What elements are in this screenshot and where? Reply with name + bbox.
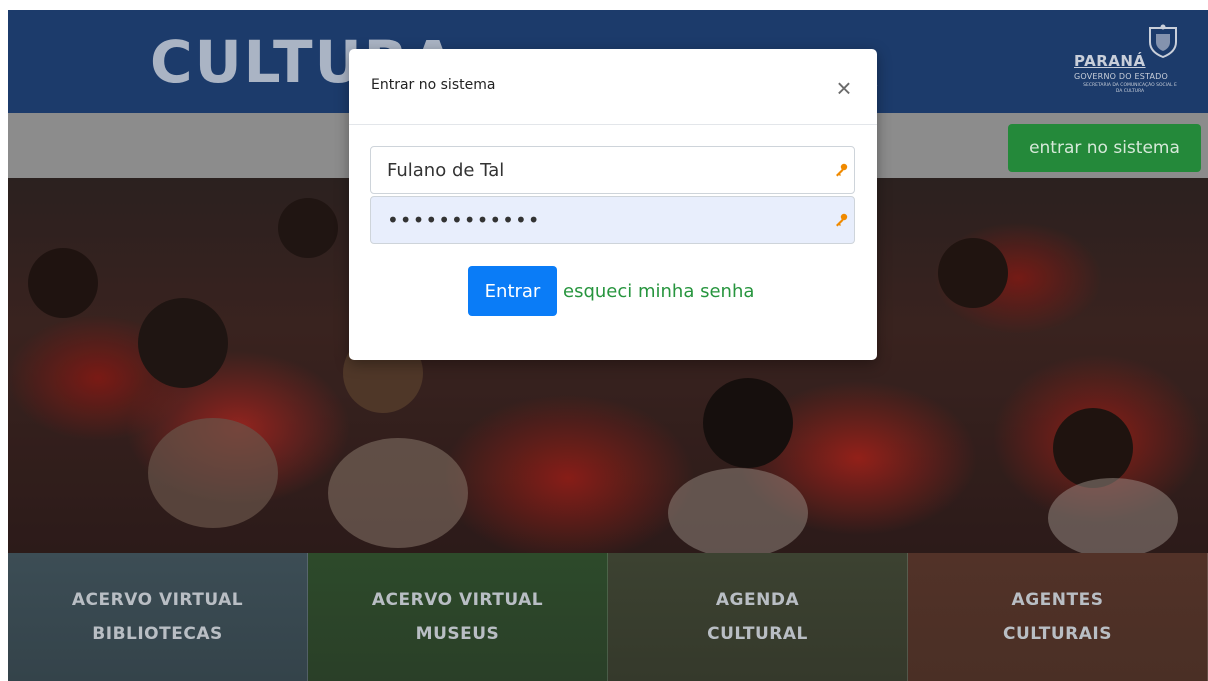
tile-label: ACERVO VIRTUAL BIBLIOTECAS bbox=[71, 590, 244, 644]
page: CULTURA PR PARANÁ GOVERNO DO ESTADO SECR… bbox=[8, 10, 1208, 681]
modal-header: Entrar no sistema × bbox=[349, 49, 877, 125]
tile-label: ACERVO VIRTUAL MUSEUS bbox=[371, 590, 544, 644]
key-icon bbox=[836, 163, 848, 177]
government-logo[interactable]: PARANÁ GOVERNO DO ESTADO SECRETARIA DA C… bbox=[1064, 24, 1192, 102]
gov-name: PARANÁ bbox=[1074, 52, 1146, 70]
tile-acervo-museus[interactable]: ACERVO VIRTUAL MUSEUS bbox=[308, 553, 608, 681]
coat-of-arms-icon bbox=[1149, 24, 1177, 58]
forgot-password-link[interactable]: esqueci minha senha bbox=[563, 281, 754, 302]
gov-secretariat: SECRETARIA DA COMUNICAÇÃO SOCIAL E DA CU… bbox=[1083, 83, 1177, 94]
tile-agentes-culturais[interactable]: AGENTES CULTURAIS bbox=[908, 553, 1208, 681]
password-field[interactable] bbox=[370, 196, 855, 244]
login-button[interactable]: entrar no sistema bbox=[1008, 124, 1201, 172]
key-icon bbox=[836, 213, 848, 227]
gov-subtitle: GOVERNO DO ESTADO bbox=[1074, 72, 1168, 81]
tile-acervo-bibliotecas[interactable]: ACERVO VIRTUAL BIBLIOTECAS bbox=[8, 553, 308, 681]
category-tiles: ACERVO VIRTUAL BIBLIOTECAS ACERVO VIRTUA… bbox=[8, 553, 1208, 681]
submit-button[interactable]: Entrar bbox=[468, 266, 557, 316]
close-icon[interactable]: × bbox=[829, 73, 859, 103]
tile-label: AGENDA CULTURAL bbox=[707, 590, 808, 644]
tile-label: AGENTES CULTURAIS bbox=[1002, 590, 1112, 644]
login-modal: Entrar no sistema × Entrar esqueci minha… bbox=[349, 49, 877, 360]
tile-agenda-cultural[interactable]: AGENDA CULTURAL bbox=[608, 553, 908, 681]
username-field[interactable] bbox=[370, 146, 855, 194]
modal-title: Entrar no sistema bbox=[371, 77, 496, 93]
